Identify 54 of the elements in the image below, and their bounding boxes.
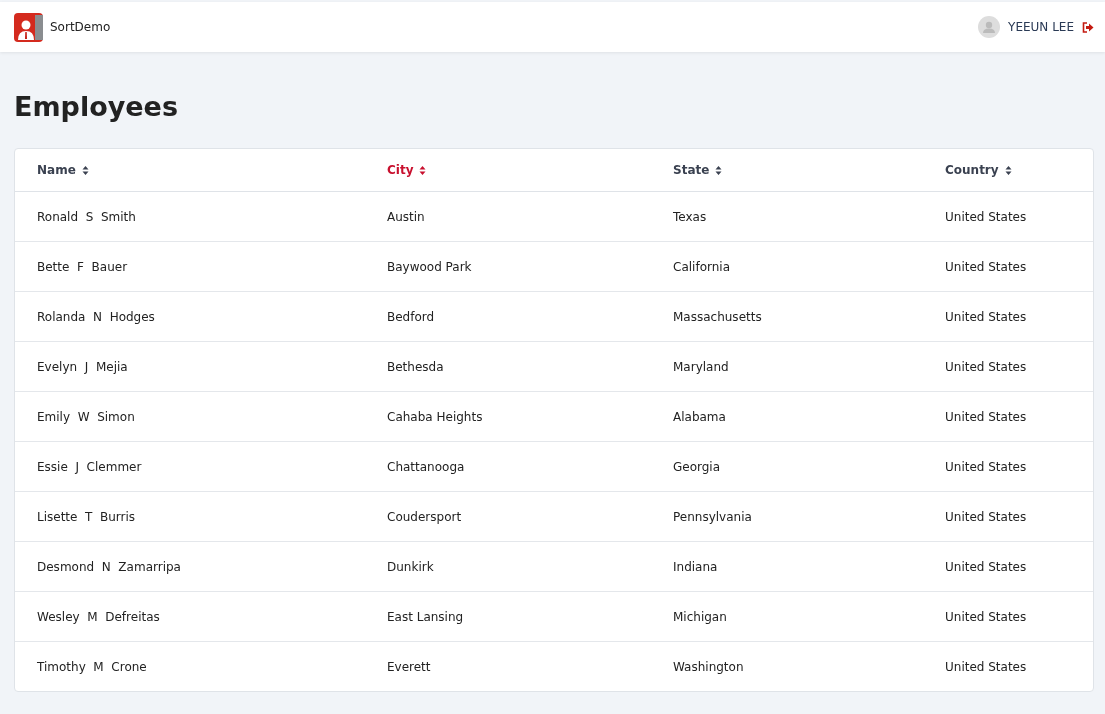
table-cell: United States	[923, 341, 1093, 392]
table-cell: Alabama	[651, 391, 923, 442]
table-cell: Rolanda N Hodges	[15, 291, 365, 342]
table-cell: United States	[923, 491, 1093, 542]
table-cell: United States	[923, 641, 1093, 691]
table-cell: Georgia	[651, 441, 923, 492]
table-cell: United States	[923, 241, 1093, 292]
table-cell: Pennsylvania	[651, 491, 923, 542]
table-cell: Essie J Clemmer	[15, 441, 365, 492]
table-cell: Bette F Bauer	[15, 241, 365, 292]
sort-icon[interactable]	[715, 164, 723, 176]
user-name[interactable]: YEEUN LEE	[1008, 20, 1074, 34]
table-cell: United States	[923, 441, 1093, 492]
sort-icon[interactable]	[1004, 164, 1012, 176]
table-cell: Wesley M Defreitas	[15, 591, 365, 642]
column-header[interactable]: State	[651, 149, 923, 192]
table-cell: California	[651, 241, 923, 292]
column-header[interactable]: City	[365, 149, 651, 192]
table-cell: United States	[923, 541, 1093, 592]
table-cell: United States	[923, 591, 1093, 642]
table-cell: Baywood Park	[365, 241, 651, 292]
table-cell: Massachusetts	[651, 291, 923, 342]
table-cell: Texas	[651, 191, 923, 242]
table-cell: Cahaba Heights	[365, 391, 651, 442]
app-logo-icon	[14, 12, 43, 42]
table-cell: Bedford	[365, 291, 651, 342]
table-cell: Maryland	[651, 341, 923, 392]
column-header[interactable]: Name	[15, 149, 365, 192]
table-cell: Bethesda	[365, 341, 651, 392]
table-cell: Chattanooga	[365, 441, 651, 492]
avatar-icon	[978, 16, 1001, 38]
table-cell: East Lansing	[365, 591, 651, 642]
app-title: SortDemo	[50, 20, 111, 34]
sort-icon[interactable]	[81, 164, 89, 176]
table-cell: United States	[923, 291, 1093, 342]
table-cell: Dunkirk	[365, 541, 651, 592]
table-cell: Coudersport	[365, 491, 651, 542]
table-cell: Michigan	[651, 591, 923, 642]
table-cell: Timothy M Crone	[15, 641, 365, 691]
sign-out-icon[interactable]	[1082, 21, 1094, 33]
table-cell: Everett	[365, 641, 651, 691]
table-cell: Lisette T Burris	[15, 491, 365, 542]
table-cell: Emily W Simon	[15, 391, 365, 442]
page-title: Employees	[14, 90, 179, 124]
table-cell: Evelyn J Mejia	[15, 341, 365, 392]
table-cell: Indiana	[651, 541, 923, 592]
table-cell: United States	[923, 191, 1093, 242]
sort-icon[interactable]	[419, 164, 427, 176]
table-cell: Ronald S Smith	[15, 191, 365, 242]
table-cell: United States	[923, 391, 1093, 442]
column-header[interactable]: Country	[923, 149, 1093, 192]
table-cell: Desmond N Zamarripa	[15, 541, 365, 592]
table-cell: Austin	[365, 191, 651, 242]
table-cell: Washington	[651, 641, 923, 691]
